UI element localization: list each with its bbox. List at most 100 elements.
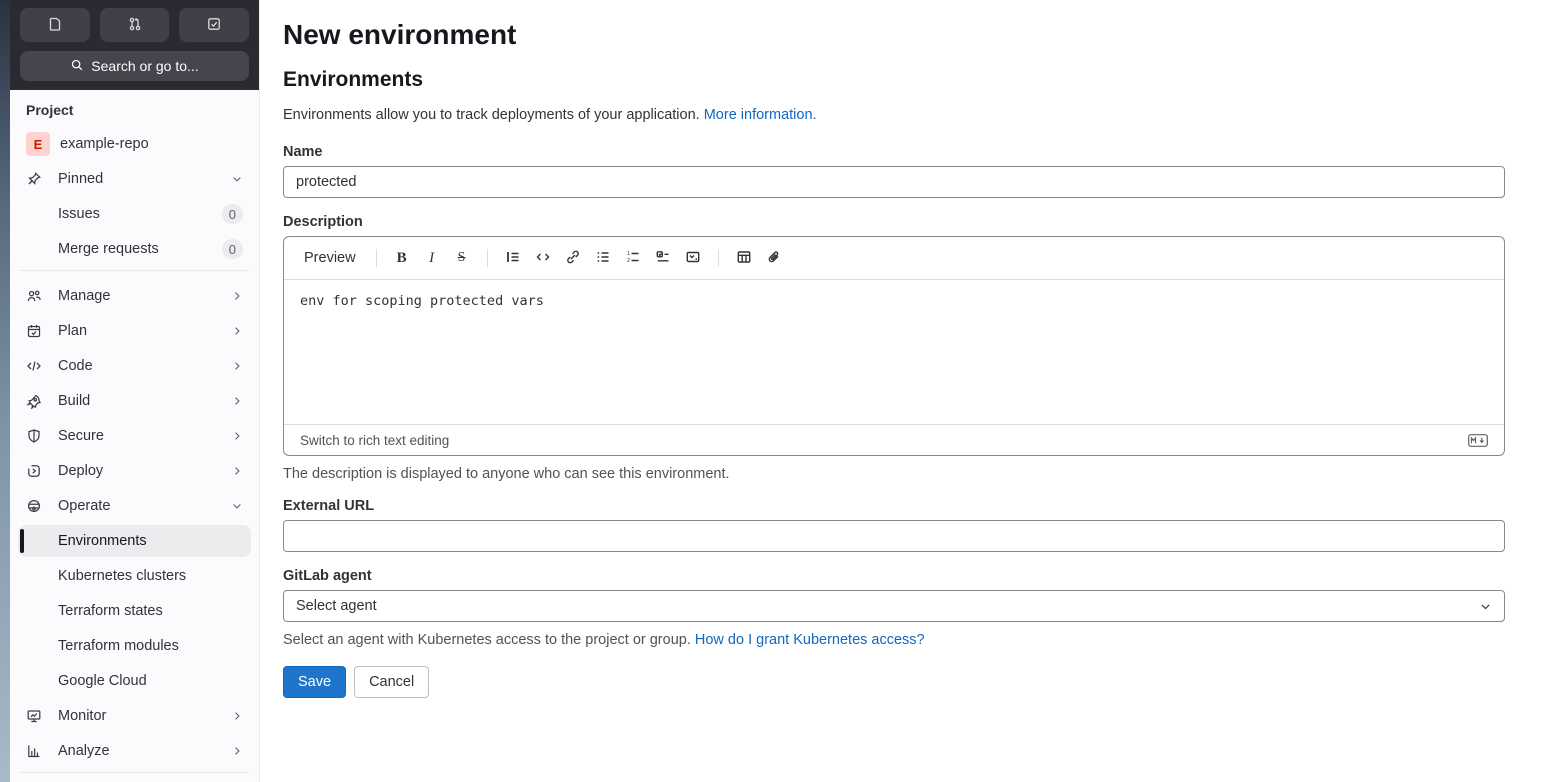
sidebar-item-terraform-modules[interactable]: Terraform modules xyxy=(18,630,251,662)
google-cloud-label: Google Cloud xyxy=(58,673,147,689)
collapsible-section-button[interactable] xyxy=(680,245,706,271)
sidebar-item-code[interactable]: Code xyxy=(18,350,251,382)
more-information-link[interactable]: More information. xyxy=(704,107,817,123)
markdown-toolbar: Preview B I S 12 xyxy=(284,237,1504,280)
agent-helper: Select an agent with Kubernetes access t… xyxy=(283,630,1505,650)
issues-icon xyxy=(47,16,63,35)
ordered-list-icon: 12 xyxy=(625,249,641,268)
issues-shortcut-button[interactable] xyxy=(20,8,90,42)
bold-button[interactable]: B xyxy=(389,245,415,271)
merge-request-icon xyxy=(127,16,143,35)
sidebar-item-secure[interactable]: Secure xyxy=(18,420,251,452)
pin-icon xyxy=(26,171,42,187)
search-input[interactable]: Search or go to... xyxy=(20,51,249,81)
sidebar-item-pinned[interactable]: Pinned xyxy=(18,163,251,195)
chevron-down-icon xyxy=(1479,600,1492,613)
external-url-label: External URL xyxy=(283,498,375,514)
name-input[interactable] xyxy=(283,166,1505,198)
save-button[interactable]: Save xyxy=(283,666,347,698)
switch-to-rich-text-button[interactable]: Switch to rich text editing xyxy=(300,433,449,448)
link-button[interactable] xyxy=(560,245,586,271)
sidebar-top-bar: Search or go to... xyxy=(10,0,259,90)
issues-count-badge: 0 xyxy=(221,204,243,224)
rocket-icon xyxy=(26,393,42,409)
monitor-icon xyxy=(26,708,42,724)
search-icon xyxy=(70,58,84,75)
intro-text: Environments allow you to track deployme… xyxy=(283,105,1505,125)
external-url-input[interactable] xyxy=(283,520,1505,552)
terraform-modules-label: Terraform modules xyxy=(58,638,179,654)
todo-list-shortcut-button[interactable] xyxy=(179,8,250,42)
code-label: Code xyxy=(58,358,93,374)
analyze-label: Analyze xyxy=(58,743,110,759)
italic-button[interactable]: I xyxy=(419,245,445,271)
sidebar-item-google-cloud[interactable]: Google Cloud xyxy=(18,665,251,697)
strikethrough-button[interactable]: S xyxy=(449,245,475,271)
search-placeholder: Search or go to... xyxy=(91,58,199,74)
app-window: Search or go to... Project E example-rep… xyxy=(0,0,1550,782)
merge-requests-shortcut-button[interactable] xyxy=(99,8,170,42)
intro-text-body: Environments allow you to track deployme… xyxy=(283,107,704,123)
kubernetes-clusters-label: Kubernetes clusters xyxy=(58,568,187,584)
table-button[interactable] xyxy=(731,245,757,271)
ordered-list-button[interactable]: 12 xyxy=(620,245,646,271)
sidebar-item-environments[interactable]: Environments xyxy=(18,525,251,557)
sidebar-item-merge-requests[interactable]: Merge requests 0 xyxy=(18,233,251,265)
bullet-list-button[interactable] xyxy=(590,245,616,271)
preview-tab[interactable]: Preview xyxy=(296,246,364,270)
sidebar-divider xyxy=(20,772,249,773)
plan-label: Plan xyxy=(58,323,88,339)
italic-icon: I xyxy=(429,249,435,266)
agent-helper-text: Select an agent with Kubernetes access t… xyxy=(283,632,695,648)
markdown-editor-footer: Switch to rich text editing xyxy=(284,424,1504,455)
table-icon xyxy=(736,249,752,268)
bullet-list-icon xyxy=(595,249,611,268)
sidebar-item-project[interactable]: E example-repo xyxy=(18,128,251,160)
build-label: Build xyxy=(58,393,91,409)
deploy-label: Deploy xyxy=(58,463,104,479)
active-indicator xyxy=(20,529,24,553)
sidebar-item-operate[interactable]: Operate xyxy=(18,490,251,522)
terraform-states-label: Terraform states xyxy=(58,603,163,619)
sidebar-item-deploy[interactable]: Deploy xyxy=(18,455,251,487)
task-list-button[interactable] xyxy=(650,245,676,271)
strikethrough-icon: S xyxy=(457,250,466,265)
sidebar-divider xyxy=(20,270,249,271)
sidebar-item-analyze[interactable]: Analyze xyxy=(18,735,251,767)
sidebar-item-monitor[interactable]: Monitor xyxy=(18,700,251,732)
kubernetes-access-link[interactable]: How do I grant Kubernetes access? xyxy=(695,632,925,648)
agent-select[interactable]: Select agent xyxy=(283,590,1505,622)
description-textarea[interactable]: env for scoping protected vars xyxy=(284,280,1504,424)
markdown-supported-icon[interactable] xyxy=(1468,433,1488,447)
merge-requests-label: Merge requests xyxy=(58,241,159,257)
chevron-right-icon xyxy=(231,290,243,302)
sidebar-item-terraform-states[interactable]: Terraform states xyxy=(18,595,251,627)
gitlab-agent-label: GitLab agent xyxy=(283,568,372,584)
monitor-label: Monitor xyxy=(58,708,107,724)
description-label: Description xyxy=(283,214,363,230)
agent-select-value: Select agent xyxy=(296,598,377,614)
code-button[interactable] xyxy=(530,245,556,271)
cancel-button[interactable]: Cancel xyxy=(354,666,430,698)
quote-button[interactable] xyxy=(500,245,526,271)
chevron-right-icon xyxy=(231,710,243,722)
page-title: New environment xyxy=(283,19,517,50)
sidebar-item-manage[interactable]: Manage xyxy=(18,280,251,312)
attach-file-button[interactable] xyxy=(761,245,787,271)
sidebar-item-build[interactable]: Build xyxy=(18,385,251,417)
pinned-label: Pinned xyxy=(58,171,104,187)
sidebar-item-kubernetes-clusters[interactable]: Kubernetes clusters xyxy=(18,560,251,592)
task-list-icon xyxy=(655,249,671,268)
chevron-right-icon xyxy=(231,465,243,477)
users-icon xyxy=(26,288,42,304)
chevron-right-icon xyxy=(231,325,243,337)
svg-text:1: 1 xyxy=(627,251,630,257)
shield-icon xyxy=(26,428,42,444)
code-icon xyxy=(535,249,551,268)
section-heading: Environments xyxy=(283,68,424,91)
sidebar-item-issues[interactable]: Issues 0 xyxy=(18,198,251,230)
sidebar-item-plan[interactable]: Plan xyxy=(18,315,251,347)
code-icon xyxy=(26,358,42,374)
issues-label: Issues xyxy=(58,206,100,222)
toolbar-divider xyxy=(717,249,719,267)
